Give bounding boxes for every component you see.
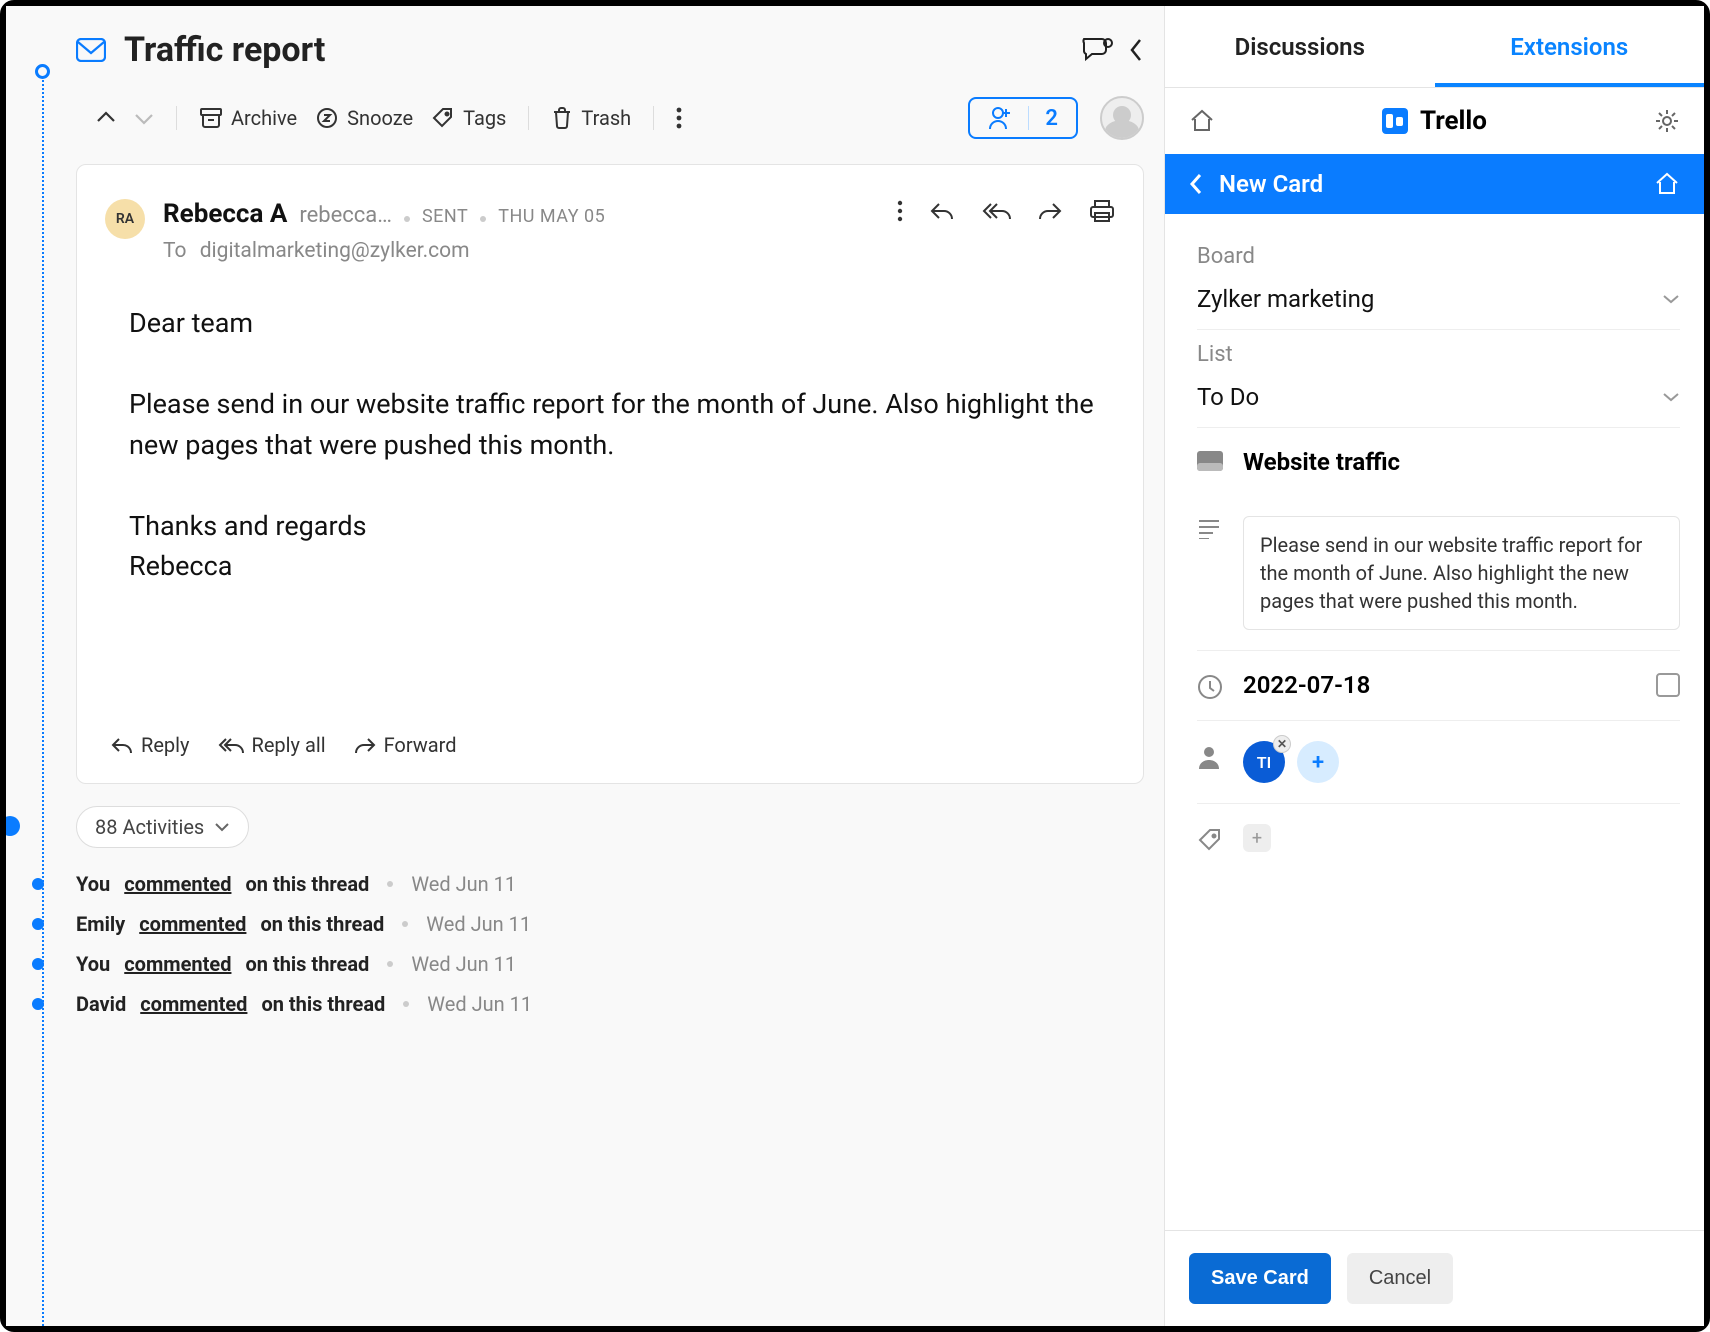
reply-all-icon[interactable] (981, 200, 1011, 222)
add-tag-button[interactable]: + (1243, 824, 1271, 852)
due-date-checkbox[interactable] (1656, 673, 1680, 697)
profile-avatar[interactable] (1100, 96, 1144, 140)
due-date[interactable]: 2022-07-18 (1243, 671, 1370, 699)
reply-icon[interactable] (929, 200, 955, 222)
extension-home-icon[interactable] (1189, 108, 1215, 134)
list-label: List (1197, 342, 1680, 367)
remove-assignee-icon[interactable]: ✕ (1273, 735, 1291, 753)
card-description[interactable]: Please send in our website traffic repor… (1243, 516, 1680, 630)
tab-discussions[interactable]: Discussions (1165, 6, 1435, 87)
board-select[interactable]: Zylker marketing (1197, 269, 1680, 330)
message-more-icon[interactable] (897, 199, 903, 223)
trello-icon (1382, 108, 1408, 134)
snooze-button[interactable]: Snooze (311, 100, 417, 136)
more-button[interactable] (672, 100, 686, 136)
participants-count: 2 (1045, 106, 1058, 131)
activity-list: You commented on this thread Wed Jun 11 … (76, 864, 1144, 1024)
message-body: Dear team Please send in our website tra… (105, 295, 1115, 715)
activity-row[interactable]: Emily commented on this thread Wed Jun 1… (76, 904, 1144, 944)
print-icon[interactable] (1089, 199, 1115, 223)
card-title[interactable]: Website traffic (1243, 448, 1400, 476)
extension-bar: New Card (1165, 154, 1704, 214)
description-icon (1197, 519, 1225, 539)
toolbar: Archive Snooze Tags Trash 2 (42, 96, 1144, 140)
message-date: THU MAY 05 (498, 206, 605, 227)
clock-icon (1197, 674, 1225, 700)
to-address: digitalmarketing@zylker.com (200, 239, 470, 263)
assignee-chip[interactable]: TI ✕ (1243, 741, 1285, 783)
extension-bar-home-icon[interactable] (1654, 171, 1680, 197)
message-status: SENT (422, 206, 468, 227)
activity-row[interactable]: You commented on this thread Wed Jun 11 (76, 944, 1144, 984)
conversation-icon[interactable] (1080, 35, 1114, 65)
tags-button[interactable]: Tags (427, 100, 510, 136)
reply-button[interactable]: Reply (111, 733, 190, 757)
board-label: Board (1197, 244, 1680, 269)
sender-avatar: RA (105, 199, 145, 239)
next-button[interactable] (130, 105, 158, 131)
save-card-button[interactable]: Save Card (1189, 1253, 1331, 1304)
to-label: To (163, 239, 187, 263)
card-icon (1197, 451, 1225, 471)
forward-button[interactable]: Forward (354, 733, 457, 757)
chevron-down-icon (1662, 293, 1680, 305)
trash-button[interactable]: Trash (547, 100, 635, 136)
tab-extensions[interactable]: Extensions (1435, 6, 1705, 87)
add-assignee-button[interactable]: + (1297, 741, 1339, 783)
extension-title: Trello (1229, 106, 1640, 136)
participants-box[interactable]: 2 (968, 97, 1078, 139)
extension-settings-icon[interactable] (1654, 108, 1680, 134)
email-subject: Traffic report (124, 30, 1080, 70)
list-select[interactable]: To Do (1197, 367, 1680, 428)
tag-icon (1197, 827, 1225, 853)
sender-email: rebecca… (299, 203, 392, 228)
forward-icon[interactable] (1037, 200, 1063, 222)
chevron-down-icon (1662, 391, 1680, 403)
message-card: RA Rebecca A rebecca… SENT THU MAY 05 To… (76, 164, 1144, 784)
activity-row[interactable]: You commented on this thread Wed Jun 11 (76, 864, 1144, 904)
mail-icon (76, 38, 106, 62)
collapse-icon[interactable] (1128, 36, 1144, 64)
person-icon (1197, 744, 1225, 770)
activity-row[interactable]: David commented on this thread Wed Jun 1… (76, 984, 1144, 1024)
extension-bar-title: New Card (1219, 170, 1323, 198)
activities-chip[interactable]: 88 Activities (76, 806, 249, 848)
prev-button[interactable] (92, 105, 120, 131)
cancel-button[interactable]: Cancel (1347, 1253, 1453, 1304)
archive-button[interactable]: Archive (195, 100, 301, 136)
reply-all-button[interactable]: Reply all (218, 733, 326, 757)
sender-name: Rebecca A (163, 199, 287, 229)
back-icon[interactable] (1189, 173, 1203, 195)
